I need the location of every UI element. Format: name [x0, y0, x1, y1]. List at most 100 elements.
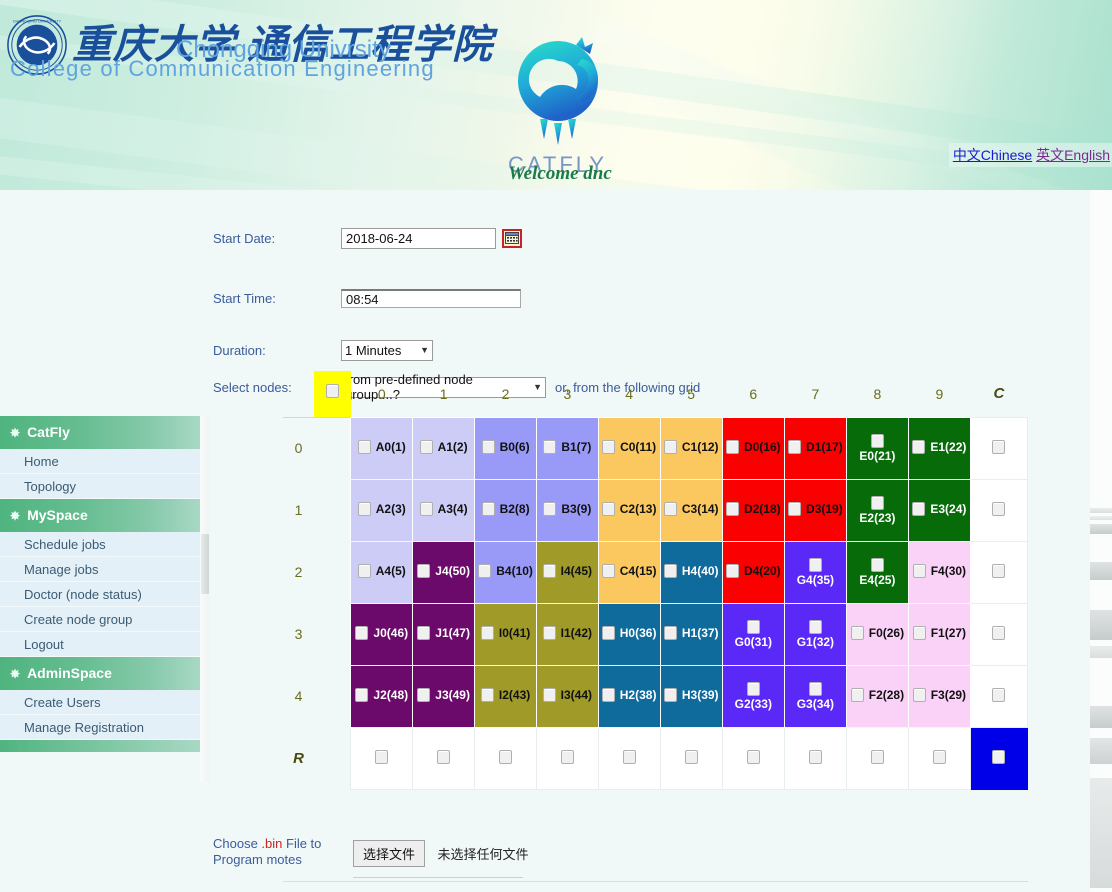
grid-cell-checkbox[interactable] [601, 625, 615, 640]
grid-cell-A45[interactable]: A4(5) [350, 540, 414, 604]
grid-cell-checkbox[interactable] [992, 625, 1006, 640]
grid-cell-B17[interactable]: B1(7) [536, 416, 599, 480]
grid-cell-empty[interactable] [969, 726, 1029, 790]
sidebar-item-logout[interactable]: Logout [0, 632, 200, 657]
grid-cell-J248[interactable]: J2(48) [350, 664, 414, 728]
sidebar-item-manage-jobs[interactable]: Manage jobs [0, 557, 200, 582]
grid-cell-B28[interactable]: B2(8) [474, 478, 538, 542]
grid-cell-E223[interactable]: E2(23) [845, 478, 909, 542]
grid-cell-checkbox[interactable] [663, 687, 677, 702]
grid-cell-E021[interactable]: E0(21) [845, 416, 909, 480]
grid-cell-empty[interactable] [845, 726, 909, 790]
grid-cell-checkbox[interactable] [912, 439, 926, 454]
select-all-cell[interactable] [314, 371, 351, 417]
grid-cell-checkbox[interactable] [725, 439, 739, 454]
grid-cell-C314[interactable]: C3(14) [659, 478, 723, 542]
grid-cell-checkbox[interactable] [542, 687, 556, 702]
sidebar-item-manage-registration[interactable]: Manage Registration [0, 715, 200, 740]
grid-cell-checkbox[interactable] [746, 619, 760, 634]
grid-cell-I344[interactable]: I3(44) [536, 664, 599, 728]
grid-cell-checkbox[interactable] [870, 557, 884, 572]
grid-cell-checkbox[interactable] [663, 439, 677, 454]
grid-cell-checkbox[interactable] [543, 439, 557, 454]
grid-cell-checkbox[interactable] [601, 563, 615, 578]
grid-cell-checkbox[interactable] [746, 749, 760, 764]
grid-cell-checkbox[interactable] [912, 625, 926, 640]
grid-cell-checkbox[interactable] [808, 681, 822, 696]
grid-cell-checkbox[interactable] [912, 687, 926, 702]
sidebar-scrollbar-thumb[interactable] [201, 534, 209, 594]
grid-cell-I142[interactable]: I1(42) [536, 602, 599, 666]
sidebar-item-schedule-jobs[interactable]: Schedule jobs [0, 532, 200, 557]
grid-cell-empty[interactable] [969, 540, 1029, 604]
grid-cell-checkbox[interactable] [663, 563, 677, 578]
grid-cell-J046[interactable]: J0(46) [350, 602, 414, 666]
grid-cell-checkbox[interactable] [870, 495, 884, 510]
grid-cell-empty[interactable] [969, 664, 1029, 728]
grid-cell-B410[interactable]: B4(10) [474, 540, 538, 604]
grid-cell-empty[interactable] [721, 726, 785, 790]
grid-cell-C415[interactable]: C4(15) [597, 540, 661, 604]
grid-cell-checkbox[interactable] [357, 501, 371, 516]
grid-cell-checkbox[interactable] [601, 687, 615, 702]
grid-cell-A34[interactable]: A3(4) [412, 478, 476, 542]
grid-cell-A01[interactable]: A0(1) [350, 416, 414, 480]
grid-cell-checkbox[interactable] [912, 501, 926, 516]
grid-cell-checkbox[interactable] [357, 439, 371, 454]
grid-cell-checkbox[interactable] [480, 625, 494, 640]
grid-cell-C112[interactable]: C1(12) [659, 416, 723, 480]
grid-cell-D218[interactable]: D2(18) [721, 478, 785, 542]
grid-cell-I041[interactable]: I0(41) [474, 602, 538, 666]
grid-cell-checkbox[interactable] [663, 625, 677, 640]
grid-cell-A23[interactable]: A2(3) [350, 478, 414, 542]
grid-cell-H137[interactable]: H1(37) [659, 602, 723, 666]
grid-cell-checkbox[interactable] [417, 625, 431, 640]
grid-cell-checkbox[interactable] [355, 687, 369, 702]
grid-cell-D319[interactable]: D3(19) [783, 478, 847, 542]
grid-cell-empty[interactable] [350, 726, 414, 790]
grid-cell-I243[interactable]: I2(43) [474, 664, 538, 728]
grid-cell-J147[interactable]: J1(47) [412, 602, 476, 666]
grid-cell-checkbox[interactable] [808, 749, 822, 764]
language-link-chinese[interactable]: 中文Chinese [953, 147, 1032, 163]
grid-cell-checkbox[interactable] [992, 687, 1006, 702]
select-all-checkbox[interactable] [326, 384, 339, 399]
grid-cell-checkbox[interactable] [543, 501, 557, 516]
grid-cell-checkbox[interactable] [480, 687, 494, 702]
grid-cell-checkbox[interactable] [355, 625, 369, 640]
grid-cell-checkbox[interactable] [725, 563, 739, 578]
grid-cell-checkbox[interactable] [808, 557, 822, 572]
grid-cell-checkbox[interactable] [725, 501, 739, 516]
grid-cell-checkbox[interactable] [419, 501, 433, 516]
grid-cell-B06[interactable]: B0(6) [474, 416, 538, 480]
grid-cell-H339[interactable]: H3(39) [659, 664, 723, 728]
grid-cell-H440[interactable]: H4(40) [659, 540, 723, 604]
grid-cell-H238[interactable]: H2(38) [597, 664, 661, 728]
grid-cell-checkbox[interactable] [788, 501, 802, 516]
grid-cell-G031[interactable]: G0(31) [721, 602, 785, 666]
grid-cell-C213[interactable]: C2(13) [597, 478, 661, 542]
choose-file-button[interactable]: 选择文件 [353, 840, 426, 867]
grid-cell-checkbox[interactable] [663, 501, 677, 516]
grid-cell-E324[interactable]: E3(24) [907, 478, 971, 542]
grid-cell-empty[interactable] [907, 726, 971, 790]
sidebar-item-topology[interactable]: Topology [0, 474, 200, 499]
grid-cell-B39[interactable]: B3(9) [536, 478, 599, 542]
grid-cell-F228[interactable]: F2(28) [845, 664, 909, 728]
grid-cell-checkbox[interactable] [478, 563, 492, 578]
grid-cell-checkbox[interactable] [357, 563, 371, 578]
grid-cell-J450[interactable]: J4(50) [412, 540, 476, 604]
grid-cell-F430[interactable]: F4(30) [907, 540, 971, 604]
grid-cell-checkbox[interactable] [808, 619, 822, 634]
grid-cell-empty[interactable] [412, 726, 476, 790]
grid-cell-checkbox[interactable] [932, 749, 946, 764]
grid-cell-empty[interactable] [969, 602, 1029, 666]
sidebar-scrollbar[interactable] [200, 416, 210, 782]
grid-cell-F127[interactable]: F1(27) [907, 602, 971, 666]
grid-cell-checkbox[interactable] [602, 439, 616, 454]
grid-cell-checkbox[interactable] [850, 625, 864, 640]
grid-cell-J349[interactable]: J3(49) [412, 664, 476, 728]
grid-cell-checkbox[interactable] [419, 439, 433, 454]
grid-cell-D420[interactable]: D4(20) [721, 540, 785, 604]
sidebar-item-create-node-group[interactable]: Create node group [0, 607, 200, 632]
